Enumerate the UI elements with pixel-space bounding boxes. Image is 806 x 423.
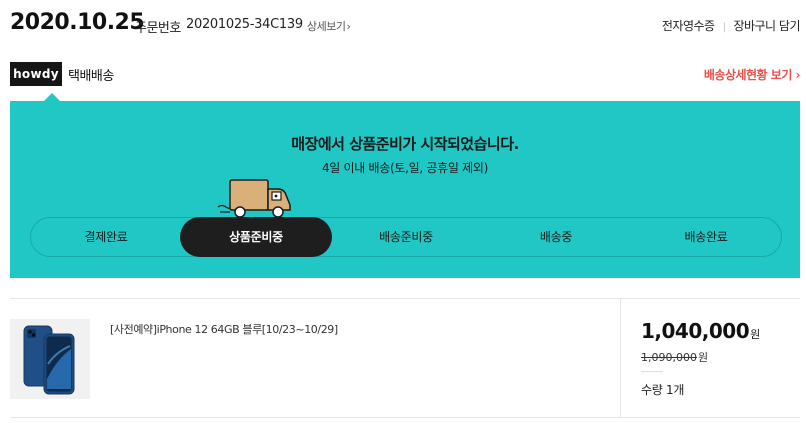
- delivery-status-panel: 매장에서 상품준비가 시작되었습니다. 4일 이내 배송(토,일, 공휴일 제외…: [10, 93, 800, 278]
- product-name[interactable]: [사전예약]iPhone 12 64GB 블루[10/23~10/29]: [110, 321, 338, 337]
- status-title: 매장에서 상품준비가 시작되었습니다.: [291, 135, 519, 153]
- top-links: 전자영수증 | 장바구니 담기: [662, 17, 801, 34]
- tracking-detail-link[interactable]: 배송상세현황 보기 ›: [703, 66, 801, 83]
- currency-unit: 원: [750, 328, 760, 341]
- step-payment-complete: 결제완료: [84, 230, 128, 244]
- quantity: 수량 1개: [641, 383, 685, 397]
- howdy-logo: howdy: [10, 62, 62, 86]
- product-image[interactable]: [10, 319, 90, 399]
- order-number: 20201025-34C139: [186, 17, 303, 32]
- price-column: 1,040,000원 1,090,000원 수량 1개: [620, 299, 800, 417]
- panel-pointer: [44, 93, 60, 101]
- order-item: [사전예약]iPhone 12 64GB 블루[10/23~10/29] 1,0…: [10, 298, 800, 418]
- step-delivered: 배송완료: [684, 230, 728, 244]
- separator: |: [722, 22, 726, 33]
- step-shipping: 배송중: [539, 230, 573, 244]
- sale-price: 1,040,000원: [641, 319, 760, 343]
- original-price: 1,090,000원: [641, 349, 708, 365]
- status-subtitle: 4일 이내 배송(토,일, 공휴일 제외): [321, 161, 489, 175]
- order-number-label: 주문번호: [135, 21, 181, 36]
- chevron-right-icon: ›: [795, 68, 801, 82]
- step-ready-to-ship: 배송준비중: [379, 230, 433, 244]
- currency-unit: 원: [697, 351, 709, 364]
- chevron-right-icon: ›: [346, 20, 351, 33]
- original-price-value: 1,090,000: [641, 351, 697, 364]
- detail-view-link[interactable]: 상세보기›: [307, 18, 351, 34]
- order-header: 2020.10.25 주문번호 20201025-34C139 상세보기› 전자…: [10, 10, 800, 40]
- receipt-link[interactable]: 전자영수증: [662, 19, 715, 33]
- step-preparing: 상품준비중: [180, 217, 332, 257]
- add-to-cart-link[interactable]: 장바구니 담기: [733, 19, 800, 33]
- divider: [641, 371, 663, 372]
- delivery-truck-icon: [217, 179, 291, 218]
- sale-price-value: 1,040,000: [641, 319, 750, 343]
- delivery-steps: 결제완료 상품준비중 배송준비중 배송중 배송완료: [30, 217, 782, 257]
- tracking-detail-label: 배송상세현황 보기: [703, 68, 793, 82]
- detail-view-label: 상세보기: [307, 20, 346, 33]
- order-date: 2020.10.25: [10, 10, 145, 35]
- delivery-type: 택배배송: [68, 69, 114, 84]
